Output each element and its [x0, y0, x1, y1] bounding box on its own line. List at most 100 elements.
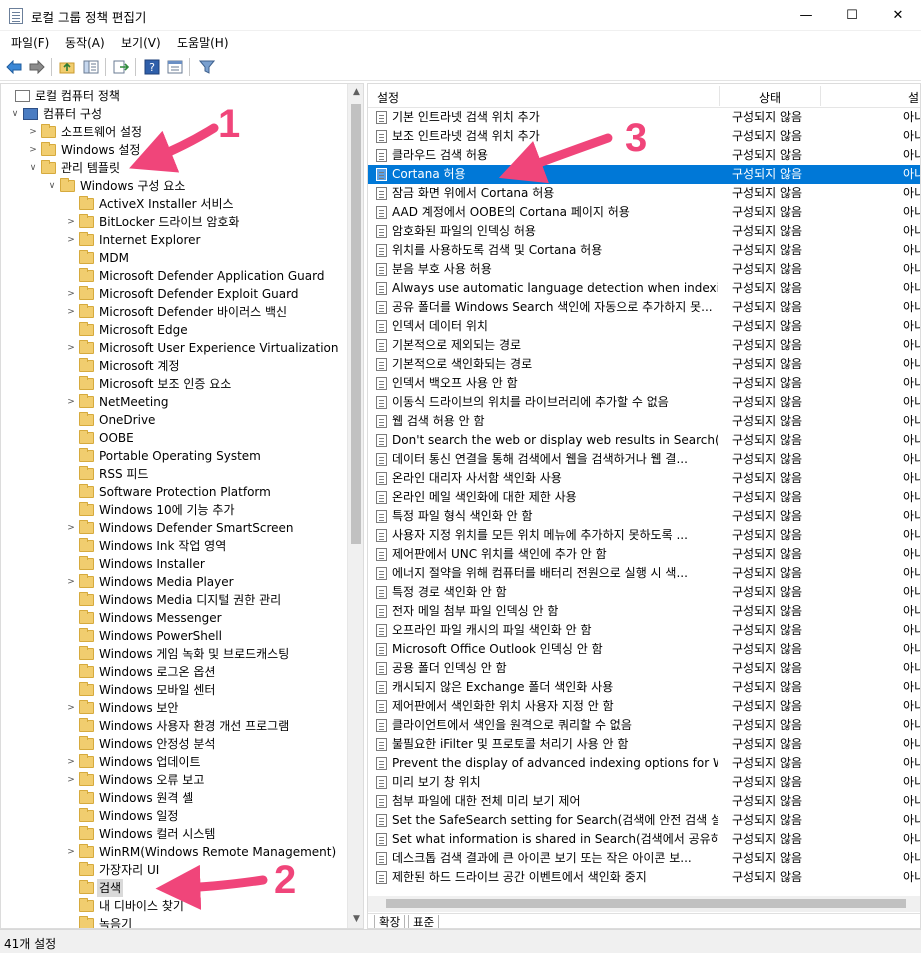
close-button[interactable]: ✕	[875, 0, 921, 30]
setting-row[interactable]: 이동식 드라이브의 위치를 라이브러리에 추가할 수 없음 구성되지 않음 아니	[368, 393, 920, 412]
setting-row[interactable]: 전자 메일 첨부 파일 인덱싱 안 함 구성되지 않음 아니	[368, 602, 920, 621]
export-list-icon[interactable]	[112, 58, 130, 76]
setting-row[interactable]: 기본적으로 제외되는 경로 구성되지 않음 아니	[368, 336, 920, 355]
tree-item[interactable]: Windows 게임 녹화 및 브로드캐스팅	[1, 645, 347, 663]
tree-item[interactable]: Windows 사용자 환경 개선 프로그램	[1, 717, 347, 735]
collapsed-chevron-icon[interactable]: >	[65, 771, 77, 789]
collapsed-chevron-icon[interactable]: >	[65, 573, 77, 591]
setting-row[interactable]: 특정 경로 색인화 안 함 구성되지 않음 아니	[368, 583, 920, 602]
collapsed-chevron-icon[interactable]: >	[27, 123, 39, 141]
setting-row[interactable]: Prevent the display of advanced indexing…	[368, 754, 920, 773]
setting-row[interactable]: 공유 폴더를 Windows Search 색인에 자동으로 추가하지 못...…	[368, 298, 920, 317]
filter-icon[interactable]	[198, 58, 216, 76]
tree-item[interactable]: Windows 모바일 센터	[1, 681, 347, 699]
setting-row[interactable]: 공용 폴더 인덱싱 안 함 구성되지 않음 아니	[368, 659, 920, 678]
tree-item[interactable]: Windows Ink 작업 영역	[1, 537, 347, 555]
tree-item[interactable]: OOBE	[1, 429, 347, 447]
setting-row[interactable]: 캐시되지 않은 Exchange 폴더 색인화 사용 구성되지 않음 아니	[368, 678, 920, 697]
tree-item[interactable]: Microsoft Edge	[1, 321, 347, 339]
setting-row[interactable]: 제한된 하드 드라이브 공간 이벤트에서 색인화 중지 구성되지 않음 아니	[368, 868, 920, 887]
menu-view[interactable]: 보기(V)	[121, 34, 161, 51]
setting-row[interactable]: 데스크톱 검색 결과에 큰 아이콘 보기 또는 작은 아이콘 보... 구성되지 …	[368, 849, 920, 868]
setting-row[interactable]: 기본적으로 색인화되는 경로 구성되지 않음 아니	[368, 355, 920, 374]
tree-item[interactable]: ∨ Windows 구성 요소	[1, 177, 347, 195]
collapsed-chevron-icon[interactable]: >	[65, 393, 77, 411]
tree-item[interactable]: > Windows 오류 보고	[1, 771, 347, 789]
tree-item[interactable]: > 소프트웨어 설정	[1, 123, 347, 141]
horizontal-scrollbar[interactable]	[368, 896, 920, 912]
tree-item[interactable]: MDM	[1, 249, 347, 267]
help-icon[interactable]: ?	[143, 58, 161, 76]
tree-item[interactable]: > NetMeeting	[1, 393, 347, 411]
collapsed-chevron-icon[interactable]: >	[65, 699, 77, 717]
tree-item[interactable]: > WinRM(Windows Remote Management)	[1, 843, 347, 861]
setting-row[interactable]: 인덱서 데이터 위치 구성되지 않음 아니	[368, 317, 920, 336]
setting-row[interactable]: Don't search the web or display web resu…	[368, 431, 920, 450]
minimize-button[interactable]: —	[783, 0, 829, 30]
tree-item[interactable]: 가장자리 UI	[1, 861, 347, 879]
collapsed-chevron-icon[interactable]: >	[27, 141, 39, 159]
tree-item[interactable]: Windows 원격 셸	[1, 789, 347, 807]
tree-scrollbar[interactable]: ▲ ▼	[347, 84, 363, 928]
scroll-thumb[interactable]	[351, 104, 361, 544]
column-header-setting[interactable]: 설정	[377, 89, 399, 106]
tree-item[interactable]: Portable Operating System	[1, 447, 347, 465]
setting-row[interactable]: 에너지 절약을 위해 컴퓨터를 배터리 전원으로 실행 시 색... 구성되지 않…	[368, 564, 920, 583]
tree-item[interactable]: ∨ 관리 템플릿	[1, 159, 347, 177]
tree-item[interactable]: > Windows 보안	[1, 699, 347, 717]
properties-icon[interactable]	[166, 58, 184, 76]
setting-row[interactable]: AAD 계정에서 OOBE의 Cortana 페이지 허용 구성되지 않음 아니	[368, 203, 920, 222]
tree-item[interactable]: > Microsoft User Experience Virtualizatio…	[1, 339, 347, 357]
tree-item[interactable]: > Microsoft Defender Exploit Guard	[1, 285, 347, 303]
horizontal-scroll-thumb[interactable]	[386, 899, 906, 908]
setting-row[interactable]: 사용자 지정 위치를 모든 위치 메뉴에 추가하지 못하도록 ... 구성되지 않…	[368, 526, 920, 545]
collapsed-chevron-icon[interactable]: >	[65, 843, 77, 861]
expanded-chevron-icon[interactable]: ∨	[46, 177, 58, 195]
show-hide-tree-icon[interactable]	[82, 58, 100, 76]
tree-item[interactable]: Microsoft Defender Application Guard	[1, 267, 347, 285]
setting-row[interactable]: 특정 파일 형식 색인화 안 함 구성되지 않음 아니	[368, 507, 920, 526]
tree-item[interactable]: Windows 컬러 시스템	[1, 825, 347, 843]
expanded-chevron-icon[interactable]: ∨	[27, 159, 39, 177]
setting-row[interactable]: Always use automatic language detection …	[368, 279, 920, 298]
setting-row[interactable]: 위치를 사용하도록 검색 및 Cortana 허용 구성되지 않음 아니	[368, 241, 920, 260]
setting-row[interactable]: Microsoft Office Outlook 인덱싱 안 함 구성되지 않음 아…	[368, 640, 920, 659]
tree-item[interactable]: ∨ 컴퓨터 구성	[1, 105, 347, 123]
setting-row[interactable]: 미리 보기 창 위치 구성되지 않음 아니	[368, 773, 920, 792]
setting-row[interactable]: 보조 인트라넷 검색 위치 추가 구성되지 않음 아니	[368, 127, 920, 146]
tree-item[interactable]: 내 디바이스 찾기	[1, 897, 347, 915]
menu-action[interactable]: 동작(A)	[65, 34, 105, 51]
tab-extended[interactable]: 확장	[374, 915, 406, 928]
tree-item[interactable]: > Internet Explorer	[1, 231, 347, 249]
setting-row[interactable]: 온라인 대리자 사서함 색인화 사용 구성되지 않음 아니	[368, 469, 920, 488]
tree-item[interactable]: > Windows 업데이트	[1, 753, 347, 771]
setting-row[interactable]: 분음 부호 사용 허용 구성되지 않음 아니	[368, 260, 920, 279]
setting-row[interactable]: 제어판에서 색인화한 위치 사용자 지정 안 함 구성되지 않음 아니	[368, 697, 920, 716]
setting-row[interactable]: 클라우드 검색 허용 구성되지 않음 아니	[368, 146, 920, 165]
scroll-down-icon[interactable]: ▼	[348, 911, 363, 928]
tree-item[interactable]: Windows 일정	[1, 807, 347, 825]
setting-row[interactable]: 제어판에서 UNC 위치를 색인에 추가 안 함 구성되지 않음 아니	[368, 545, 920, 564]
collapsed-chevron-icon[interactable]: >	[65, 303, 77, 321]
tree-item[interactable]: > Windows Media Player	[1, 573, 347, 591]
tree-item[interactable]: Windows 10에 기능 추가	[1, 501, 347, 519]
tree-item[interactable]: Windows Media 디지털 권한 관리	[1, 591, 347, 609]
column-header-state[interactable]: 상태	[759, 89, 781, 106]
menu-file[interactable]: 파일(F)	[11, 34, 49, 51]
tree-item[interactable]: OneDrive	[1, 411, 347, 429]
tree-item[interactable]: Windows Installer	[1, 555, 347, 573]
tree-item[interactable]: > Microsoft Defender 바이러스 백신	[1, 303, 347, 321]
setting-row[interactable]: 인덱서 백오프 사용 안 함 구성되지 않음 아니	[368, 374, 920, 393]
tree-item[interactable]: Windows 안정성 분석	[1, 735, 347, 753]
tree-item[interactable]: Windows PowerShell	[1, 627, 347, 645]
tree-item[interactable]: > Windows Defender SmartScreen	[1, 519, 347, 537]
collapsed-chevron-icon[interactable]: >	[65, 753, 77, 771]
tree-item[interactable]: Microsoft 계정	[1, 357, 347, 375]
setting-row[interactable]: 웹 검색 허용 안 함 구성되지 않음 아니	[368, 412, 920, 431]
setting-row[interactable]: Cortana 허용 구성되지 않음 아니	[368, 165, 920, 184]
column-divider[interactable]	[820, 86, 821, 106]
column-header-comment[interactable]: 설	[908, 89, 919, 106]
tree-item[interactable]: 녹음기	[1, 915, 347, 928]
setting-row[interactable]: 클라이언트에서 색인을 원격으로 쿼리할 수 없음 구성되지 않음 아니	[368, 716, 920, 735]
expanded-chevron-icon[interactable]: ∨	[9, 105, 21, 123]
